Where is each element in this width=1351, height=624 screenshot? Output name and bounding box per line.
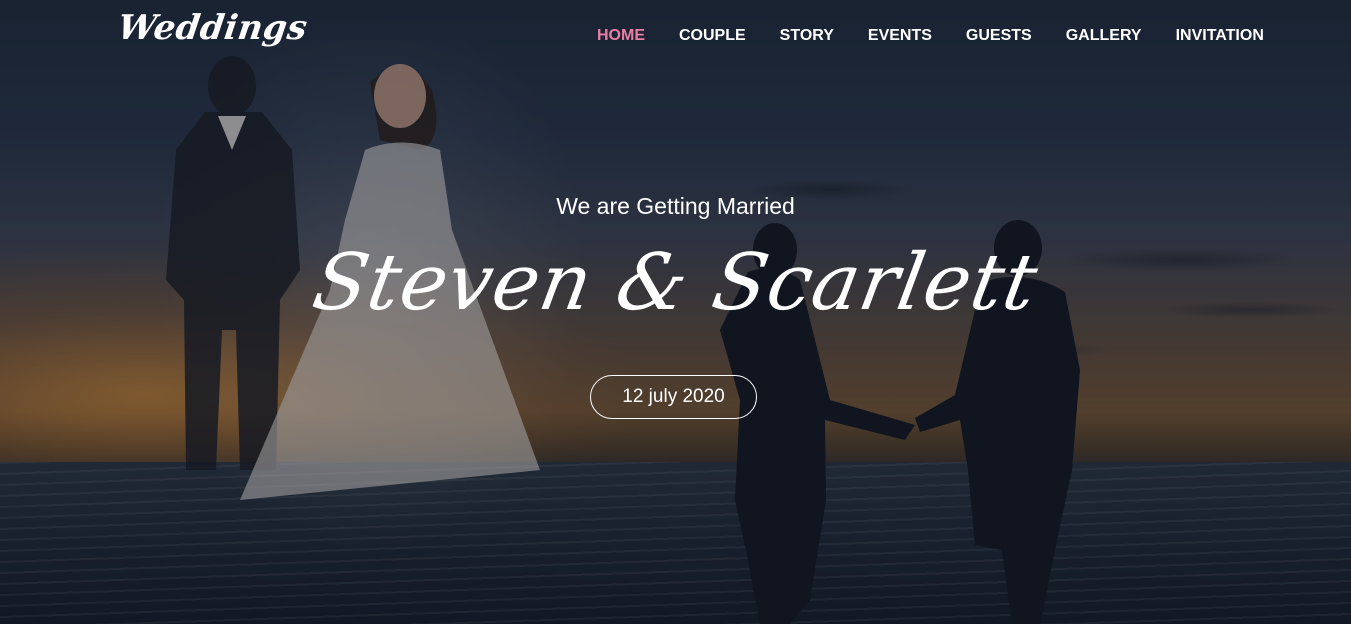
- wedding-date-button[interactable]: 12 july 2020: [590, 375, 757, 419]
- nav-item-events[interactable]: EVENTS: [857, 25, 943, 49]
- site-logo[interactable]: Weddings: [115, 8, 310, 48]
- nav-item-guests[interactable]: GUESTS: [955, 25, 1043, 49]
- couple-names-heading: Steven & Scarlett: [306, 238, 1045, 328]
- hero-intro-text: We are Getting Married: [556, 193, 795, 219]
- nav-item-home[interactable]: HOME: [586, 25, 656, 49]
- nav-item-invitation[interactable]: INVITATION: [1165, 25, 1275, 49]
- nav-item-couple[interactable]: COUPLE: [668, 25, 757, 49]
- site-header: Weddings HOME COUPLE STORY EVENTS GUESTS…: [0, 0, 1351, 74]
- nav-item-story[interactable]: STORY: [769, 25, 845, 49]
- main-nav: HOME COUPLE STORY EVENTS GUESTS GALLERY …: [586, 25, 1287, 49]
- nav-item-gallery[interactable]: GALLERY: [1055, 25, 1153, 49]
